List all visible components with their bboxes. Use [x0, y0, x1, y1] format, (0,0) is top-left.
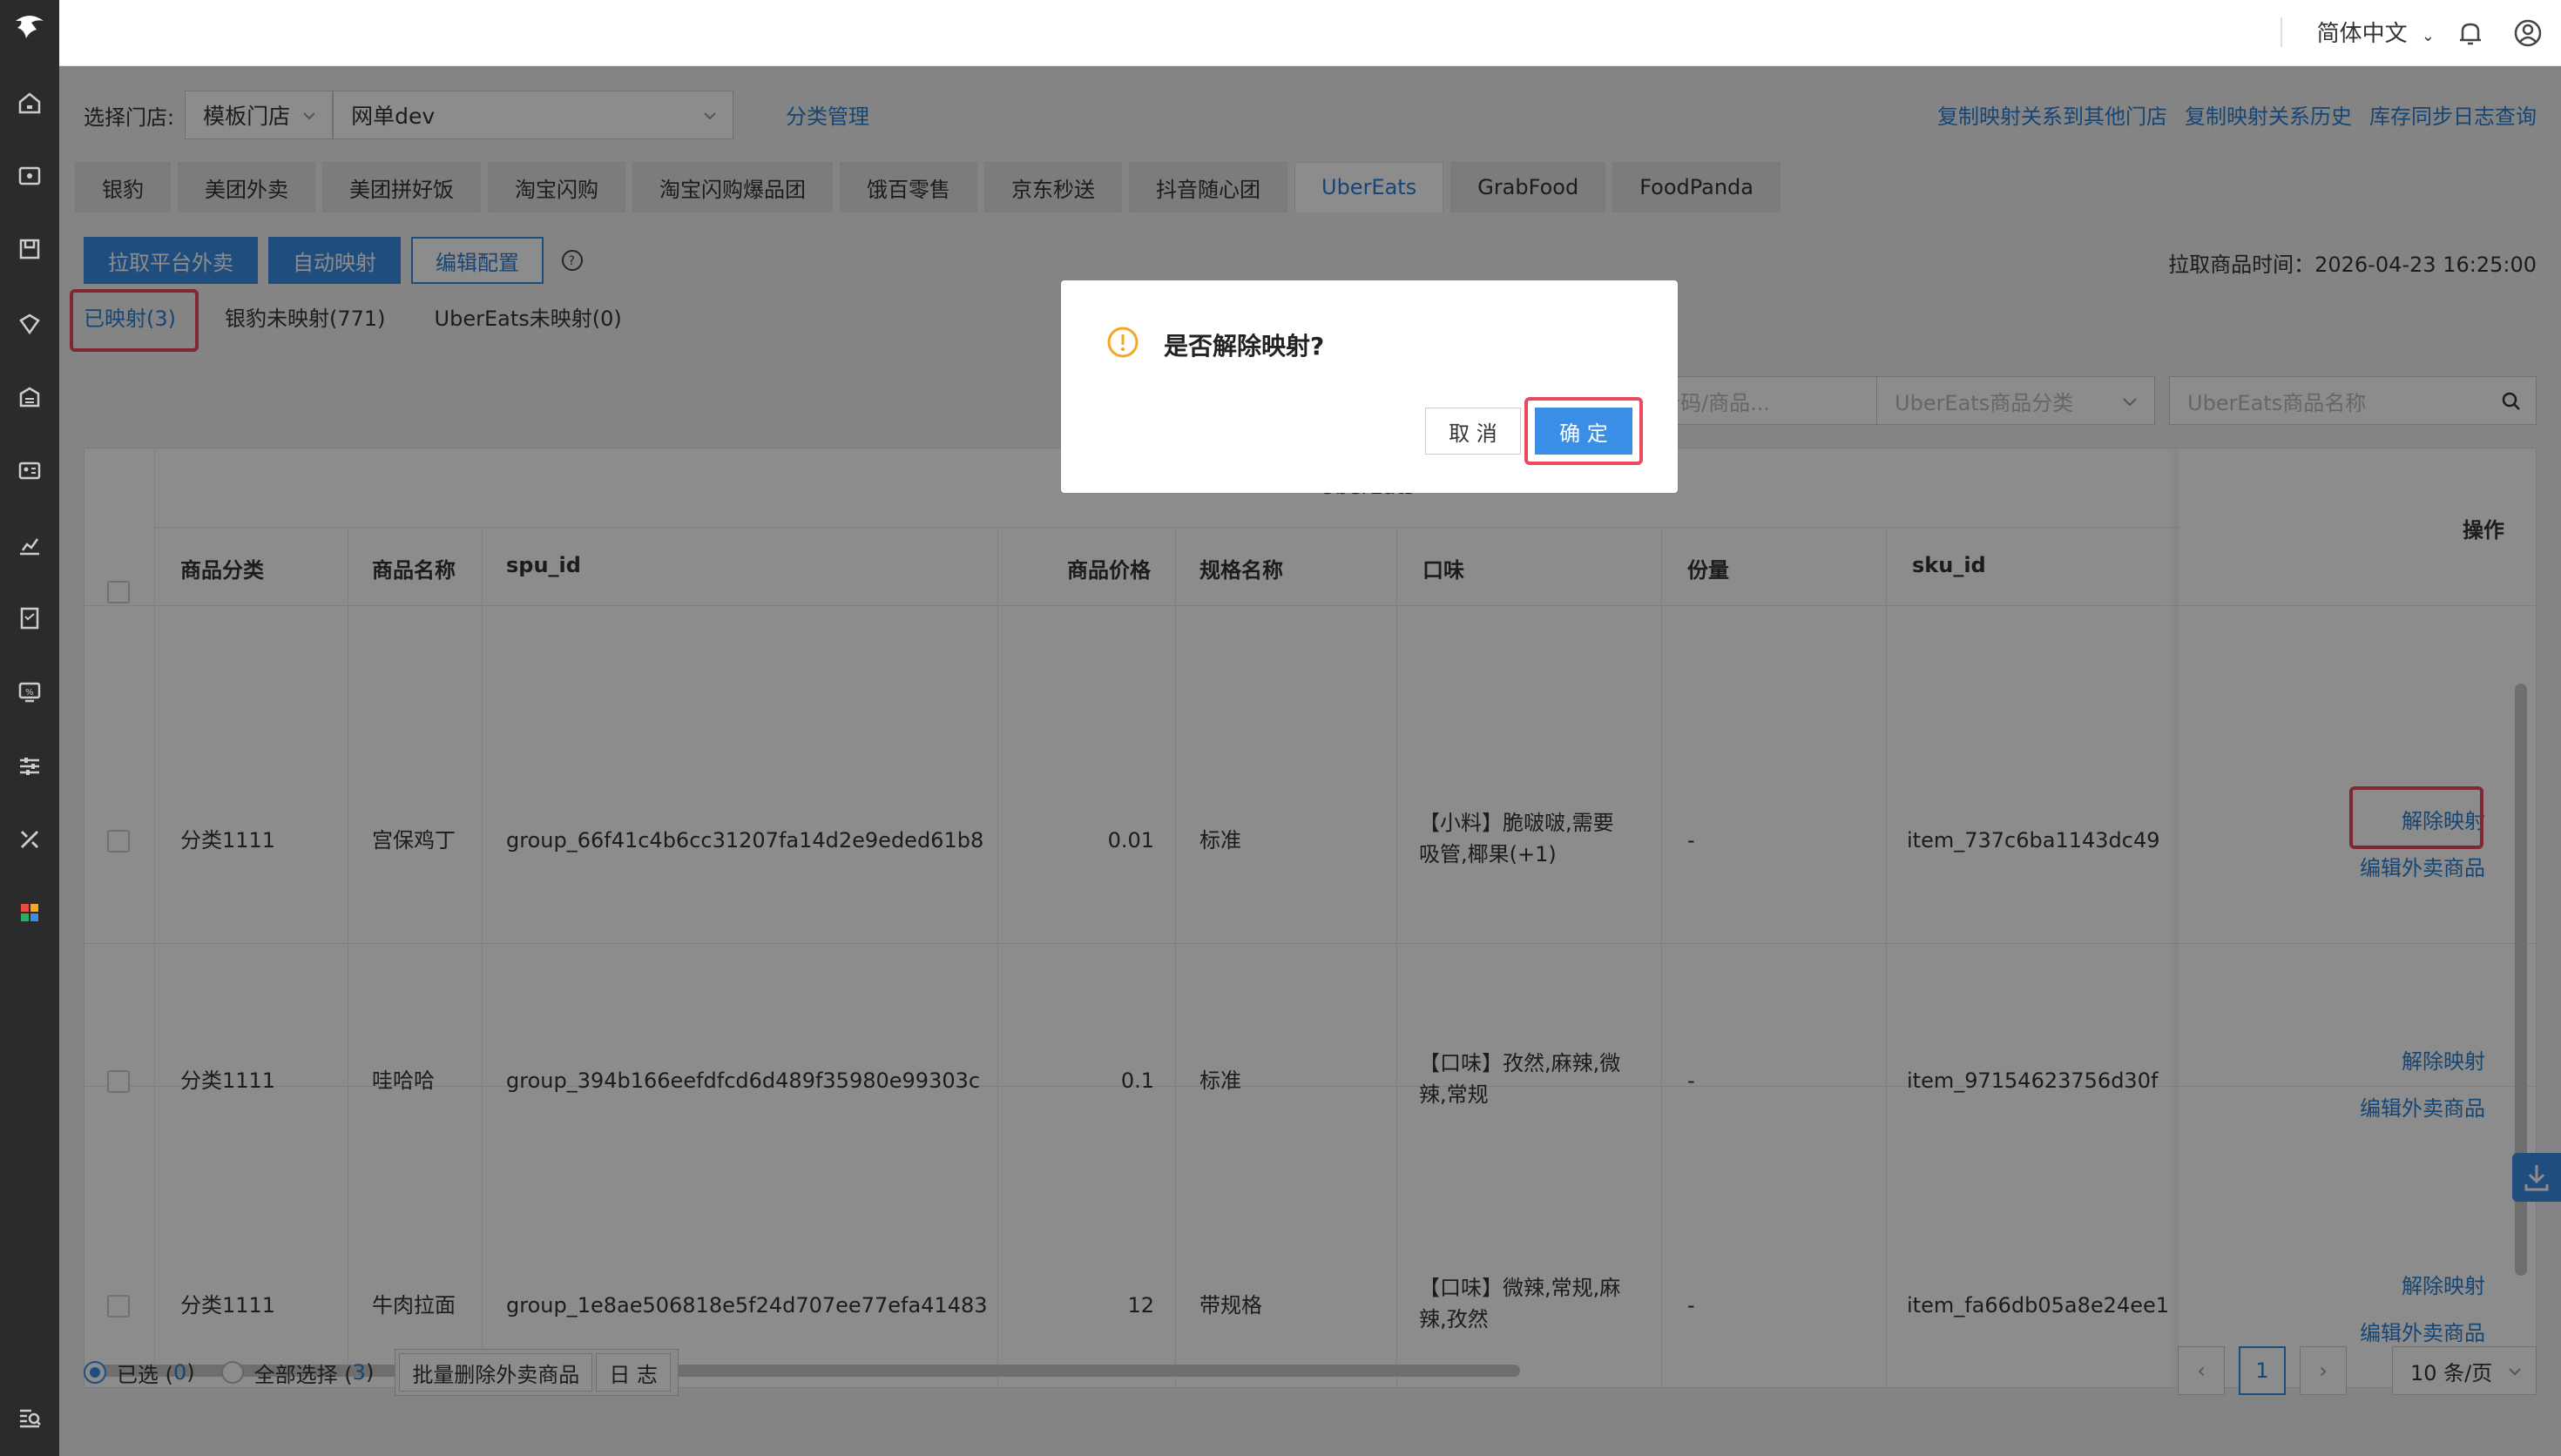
chevron-down-icon: ⌄ — [2421, 27, 2435, 45]
user-icon[interactable] — [2512, 17, 2544, 49]
highlight-confirm-button — [1524, 397, 1643, 465]
language-label: 简体中文 — [2316, 21, 2408, 47]
card-icon[interactable] — [16, 456, 44, 484]
report-icon[interactable] — [16, 531, 44, 559]
tools-icon[interactable] — [16, 826, 44, 853]
dialog-title: 是否解除映射? — [1164, 332, 1325, 361]
search-menu-icon[interactable] — [16, 1404, 44, 1432]
settings-sliders-icon[interactable] — [16, 752, 44, 780]
document-icon[interactable] — [16, 604, 44, 632]
warning-icon — [1107, 327, 1139, 358]
discount-icon[interactable]: % — [16, 677, 44, 705]
home-icon[interactable] — [16, 89, 44, 117]
member-icon[interactable] — [16, 310, 44, 338]
cancel-button[interactable]: 取 消 — [1425, 408, 1521, 455]
sidebar: % — [0, 0, 59, 1456]
language-selector[interactable]: 简体中文 ⌄ — [2317, 16, 2435, 48]
cashier-icon[interactable] — [16, 162, 44, 190]
modal-overlay[interactable]: 是否解除映射? 取 消 确 定 — [59, 66, 2561, 1456]
top-bar: 简体中文 ⌄ — [59, 0, 2561, 66]
apps-icon[interactable] — [16, 899, 44, 927]
topbar-divider — [2281, 17, 2282, 47]
bell-icon[interactable] — [2455, 17, 2486, 49]
marketing-icon[interactable] — [16, 383, 44, 411]
app-logo[interactable] — [10, 9, 49, 47]
svg-text:%: % — [25, 688, 34, 698]
product-icon[interactable] — [16, 235, 44, 263]
confirm-dialog: 是否解除映射? 取 消 确 定 — [1061, 280, 1678, 493]
